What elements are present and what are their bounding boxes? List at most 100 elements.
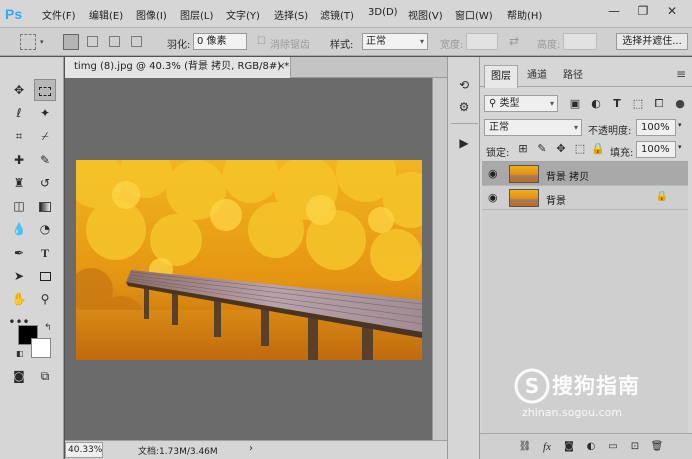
chevron-down-icon[interactable]: ▾	[678, 121, 682, 129]
document-image[interactable]	[76, 160, 422, 360]
height-input[interactable]	[563, 33, 597, 50]
crop-icon[interactable]: ⌗	[8, 125, 30, 147]
menu-filter[interactable]: 滤镜(T)	[320, 7, 354, 22]
quick-mask-icon[interactable]: ◙	[8, 365, 30, 387]
adjustment-layer-icon[interactable]: ◐	[584, 440, 598, 454]
default-colors-icon[interactable]: ◧	[16, 349, 24, 358]
rectangle-icon[interactable]	[34, 265, 56, 287]
filter-smart-object-icon[interactable]: ⧠	[652, 97, 666, 111]
properties-panel-icon[interactable]: ⚙	[456, 99, 472, 115]
delete-layer-icon[interactable]: 🗑	[650, 440, 664, 454]
width-label: 宽度:	[440, 40, 464, 51]
style-select[interactable]: 正常 ▾	[362, 33, 428, 50]
layer-row[interactable]: ◉ 背景 拷贝	[482, 162, 688, 186]
add-selection-icon[interactable]	[87, 36, 98, 47]
intersect-selection-icon[interactable]	[131, 36, 142, 47]
visibility-eye-icon[interactable]: ◉	[488, 167, 502, 181]
tab-paths[interactable]: 路径	[556, 65, 590, 87]
menu-help[interactable]: 帮助(H)	[507, 7, 542, 22]
chevron-down-icon: ▾	[40, 38, 44, 46]
pen-icon[interactable]: ✒	[8, 242, 30, 264]
filter-shape-icon[interactable]: ⬚	[631, 97, 645, 111]
type-icon[interactable]: T	[34, 242, 56, 264]
lock-label: 锁定:	[486, 148, 510, 159]
filter-type-icon[interactable]: T	[610, 97, 624, 111]
swap-icon[interactable]: ⇄	[509, 34, 519, 48]
healing-brush-icon[interactable]: ✚	[8, 149, 30, 171]
document-tab[interactable]: timg (8).jpg @ 40.3% (背景 拷贝, RGB/8#) *	[65, 57, 291, 78]
select-and-mask-button[interactable]: 选择并遮住...	[616, 33, 688, 50]
add-mask-icon[interactable]: ◙	[562, 440, 576, 454]
status-menu-arrow-icon[interactable]: ›	[249, 443, 253, 454]
blend-mode-select[interactable]: 正常 ▾	[484, 119, 582, 136]
opacity-input[interactable]: 100%	[636, 119, 676, 136]
canvas-area[interactable]	[65, 78, 432, 440]
filter-toggle-icon[interactable]: ●	[673, 97, 687, 111]
minimize-button[interactable]: —	[604, 3, 624, 19]
marquee-preset-icon[interactable]	[20, 34, 36, 50]
eyedropper-icon[interactable]: ⌿	[34, 125, 56, 147]
layer-style-icon[interactable]: fx	[540, 440, 554, 454]
new-selection-icon[interactable]	[63, 34, 79, 50]
play-action-icon[interactable]: ▶	[456, 135, 472, 151]
zoom-icon[interactable]: ⚲	[34, 288, 56, 310]
magic-wand-icon[interactable]: ✦	[34, 102, 56, 124]
history-panel-icon[interactable]: ⟲	[456, 77, 472, 93]
menu-type[interactable]: 文字(Y)	[226, 7, 260, 22]
subtract-selection-icon[interactable]	[109, 36, 120, 47]
close-button[interactable]: ✕	[662, 3, 682, 19]
dodge-icon[interactable]: ◔	[34, 218, 56, 240]
menu-image[interactable]: 图像(I)	[136, 7, 167, 22]
tab-layers[interactable]: 图层	[484, 65, 518, 88]
move-icon[interactable]: ✥	[8, 79, 30, 101]
layer-thumbnail	[509, 189, 539, 207]
menu-edit[interactable]: 编辑(E)	[89, 7, 123, 22]
lock-artboard-icon[interactable]: ⬚	[573, 142, 587, 156]
layer-name: 背景	[546, 196, 566, 207]
layer-filter-select[interactable]: ⚲ 类型 ▾	[484, 95, 558, 112]
lock-all-icon[interactable]: 🔒	[591, 142, 605, 156]
background-color-swatch[interactable]	[31, 338, 51, 358]
close-document-icon[interactable]: ×	[277, 57, 289, 77]
lasso-icon[interactable]: ℓ	[8, 102, 30, 124]
menu-layer[interactable]: 图层(L)	[180, 7, 213, 22]
filter-adjustment-icon[interactable]: ◐	[589, 97, 603, 111]
lock-transparent-icon[interactable]: ⊞	[516, 142, 530, 156]
gradient-icon[interactable]	[34, 195, 56, 217]
blur-icon[interactable]: 💧	[8, 218, 30, 240]
visibility-eye-icon[interactable]: ◉	[488, 191, 502, 205]
feather-input[interactable]: 0 像素	[193, 33, 247, 50]
hand-icon[interactable]: ✋	[8, 288, 30, 310]
menu-view[interactable]: 视图(V)	[408, 7, 443, 22]
history-brush-icon[interactable]: ↺	[34, 172, 56, 194]
clone-stamp-icon[interactable]: ♜	[8, 172, 30, 194]
panel-menu-icon[interactable]: ≡	[676, 67, 686, 81]
brush-icon[interactable]: ✎	[34, 149, 56, 171]
chevron-down-icon[interactable]: ▾	[678, 143, 682, 151]
layer-row[interactable]: ◉ 背景 🔒	[482, 186, 688, 210]
menu-select[interactable]: 选择(S)	[274, 7, 308, 22]
restore-button[interactable]: ❐	[633, 3, 653, 19]
eraser-icon[interactable]: ◫	[8, 195, 30, 217]
screen-mode-icon[interactable]: ⧉	[34, 365, 56, 387]
lock-image-icon[interactable]: ✎	[535, 142, 549, 156]
width-input[interactable]	[466, 33, 498, 50]
new-group-icon[interactable]: ▭	[606, 440, 620, 454]
layer-thumbnail	[509, 165, 539, 183]
new-layer-icon[interactable]: ⊡	[628, 440, 642, 454]
tab-channels[interactable]: 通道	[520, 65, 554, 87]
fill-input[interactable]: 100%	[636, 141, 676, 158]
menu-3d[interactable]: 3D(D)	[368, 7, 398, 18]
lock-position-icon[interactable]: ✥	[554, 142, 568, 156]
zoom-input[interactable]: 40.33%	[65, 442, 103, 458]
antialias-checkbox-icon[interactable]: ☐	[257, 36, 266, 47]
swap-colors-icon[interactable]: ↰	[44, 323, 52, 333]
filter-pixel-icon[interactable]: ▣	[568, 97, 582, 111]
marquee-icon[interactable]	[34, 79, 56, 101]
vertical-scrollbar[interactable]	[432, 78, 447, 440]
path-select-icon[interactable]: ➤	[8, 265, 30, 287]
chevron-down-icon: ▾	[419, 37, 424, 46]
menu-window[interactable]: 窗口(W)	[455, 7, 493, 22]
link-layers-icon[interactable]: ⛓	[518, 440, 532, 454]
menu-file[interactable]: 文件(F)	[42, 7, 76, 22]
